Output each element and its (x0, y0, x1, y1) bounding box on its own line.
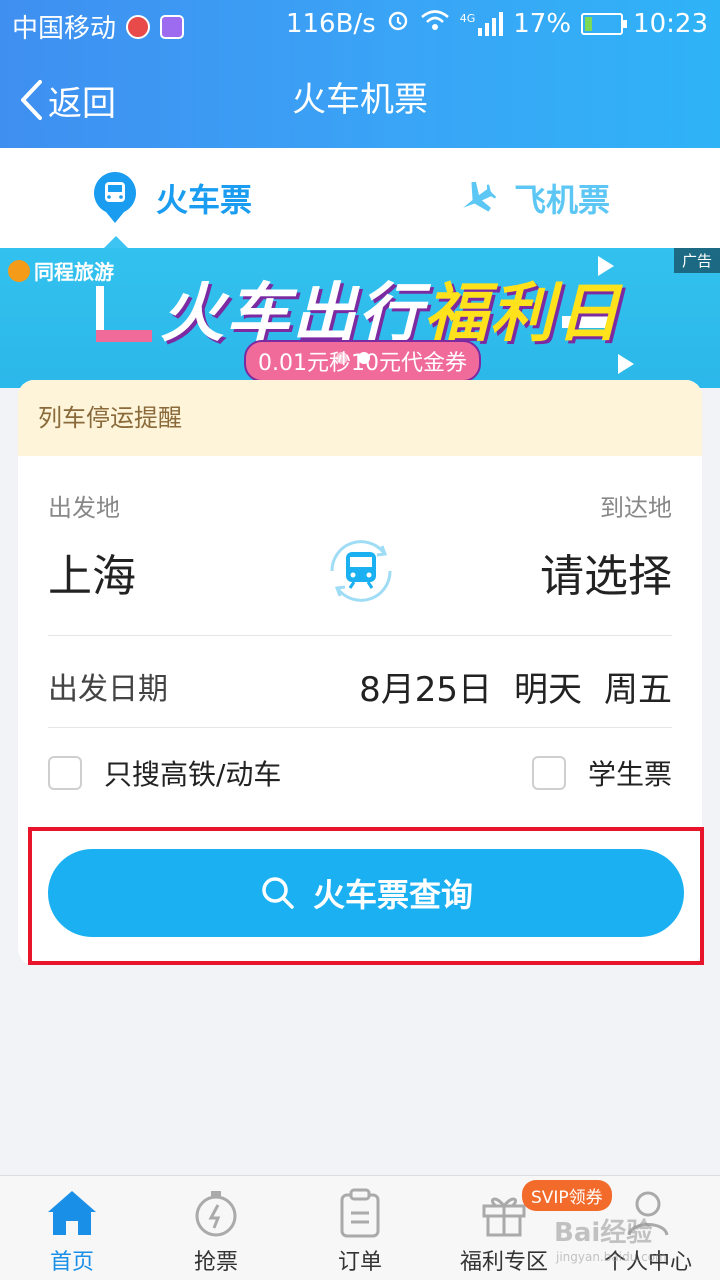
divider (48, 727, 672, 728)
banner-brand: 同程旅游 (8, 256, 114, 285)
nav-label: 福利专区 (459, 1250, 548, 1275)
date-value: 8月25日 明天 周五 (359, 662, 672, 711)
search-button-label: 火车票查询 (312, 876, 473, 914)
signal-icon: 4G (459, 11, 504, 36)
clipboard-icon (340, 1188, 380, 1238)
divider (48, 635, 672, 636)
nav-item-grab-ticket[interactable]: 抢票 (144, 1176, 288, 1280)
relative-day: 明天 (514, 669, 582, 710)
carousel-dot-active[interactable] (358, 352, 370, 364)
watermark-url: jingyan.baidu.com (556, 1250, 667, 1264)
banner-decoration (618, 354, 634, 374)
nav-label: 首页 (49, 1250, 94, 1275)
options-row: 只搜高铁/动车 学生票 (48, 748, 672, 798)
nav-item-orders[interactable]: 订单 (288, 1176, 432, 1280)
weekday: 周五 (604, 669, 672, 710)
active-tab-indicator (104, 236, 128, 248)
student-ticket-label: 学生票 (587, 758, 672, 791)
battery-charging-icon (581, 12, 628, 35)
highspeed-only-option[interactable]: 只搜高铁/动车 (48, 753, 281, 793)
swap-stations-button[interactable] (322, 532, 400, 610)
nav-label: 订单 (337, 1250, 382, 1275)
tab-train-label: 火车票 (156, 181, 253, 219)
svip-coupon-badge[interactable]: SVIP领券 (522, 1180, 612, 1211)
home-icon (48, 1191, 96, 1235)
search-icon (262, 877, 294, 909)
promo-banner[interactable]: 同程旅游 广告 火车出行福利日 0.01元秒10元代金券 (0, 248, 720, 388)
tab-plane-label: 飞机票 (514, 181, 611, 219)
network-speed: 116B/s (285, 8, 376, 39)
ad-badge: 广告 (673, 248, 720, 273)
banner-brand-name: 同程旅游 (34, 260, 114, 284)
student-ticket-option[interactable]: 学生票 (531, 753, 672, 793)
status-bar: 中国移动 116B/s 4G 17% 10:23 (0, 0, 720, 50)
ticket-type-tabs: 火车票 飞机票 (0, 148, 720, 248)
train-pin-icon (94, 172, 136, 223)
search-train-button[interactable]: 火车票查询 (48, 849, 684, 937)
battery-percent: 17% (513, 8, 572, 39)
highspeed-only-label: 只搜高铁/动车 (104, 758, 282, 791)
highspeed-only-checkbox[interactable] (48, 756, 82, 790)
banner-decoration (96, 330, 152, 342)
date: 8月25日 (359, 669, 492, 710)
carrier-name: 中国移动 (12, 14, 117, 44)
network-type: 4G (459, 11, 476, 25)
stopwatch-icon (195, 1191, 237, 1237)
date-label: 出发日期 (48, 672, 168, 707)
ad-label: 广告 (681, 252, 712, 270)
status-left: 中国移动 (12, 8, 185, 45)
route-labels: 出发地 到达地 (48, 488, 672, 523)
tab-plane[interactable]: 飞机票 (456, 172, 610, 224)
carousel-dots (336, 352, 370, 364)
app-header: 中国移动 116B/s 4G 17% 10:23 返回 火车机票 (0, 0, 720, 148)
notification-app-icon (126, 14, 151, 39)
wifi-icon (420, 8, 450, 39)
status-right: 116B/s 4G 17% 10:23 (286, 8, 708, 39)
brand-logo-icon (8, 259, 30, 282)
suspension-notice[interactable]: 列车停运提醒 (18, 380, 702, 456)
from-city[interactable]: 上海 (48, 540, 136, 604)
nav-label: 抢票 (193, 1250, 238, 1275)
to-city[interactable]: 请选择 (540, 540, 672, 604)
from-label: 出发地 (48, 494, 120, 522)
clock: 10:23 (633, 8, 708, 39)
alarm-icon (386, 8, 410, 39)
plane-icon (463, 181, 496, 212)
gallery-notification-icon (160, 14, 185, 39)
to-label: 到达地 (600, 494, 672, 522)
student-ticket-checkbox[interactable] (531, 756, 566, 790)
nav-item-home[interactable]: 首页 (0, 1176, 144, 1280)
watermark: Bai经验 (554, 1218, 653, 1248)
train-swap-icon (330, 540, 392, 602)
tab-train[interactable]: 火车票 (92, 172, 252, 224)
page-title: 火车机票 (292, 80, 428, 120)
carousel-dot[interactable] (336, 352, 348, 364)
date-picker-row[interactable]: 出发日期 8月25日 明天 周五 (48, 656, 672, 716)
